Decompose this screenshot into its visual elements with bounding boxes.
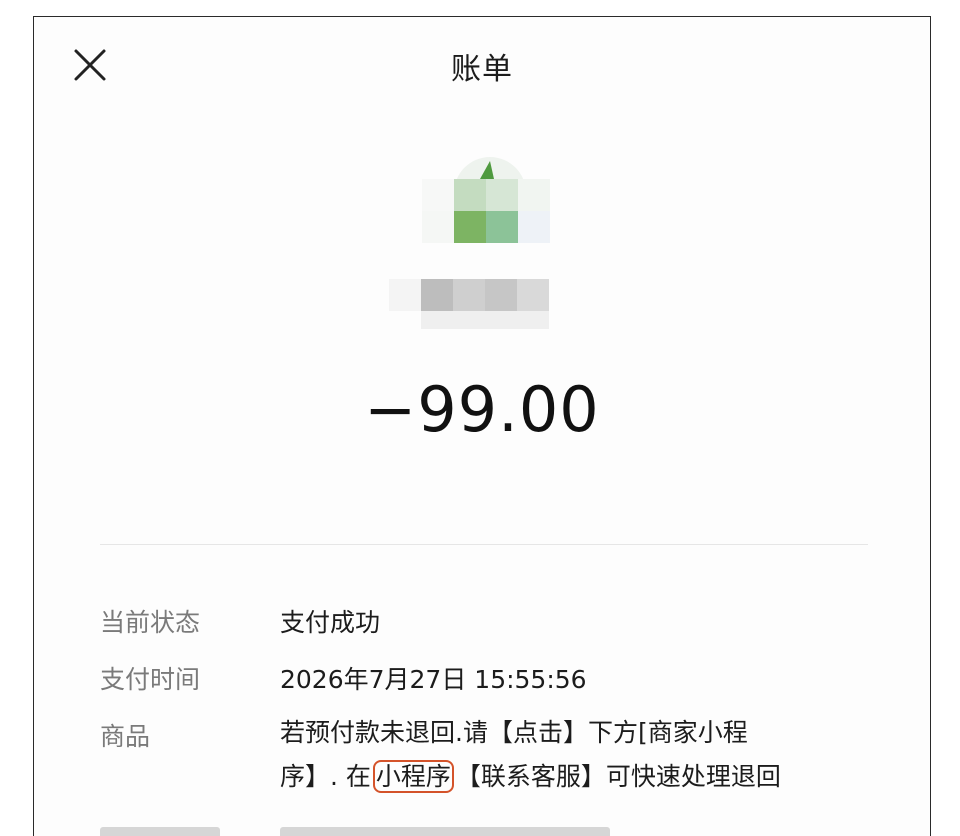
cutoff-next-row: [100, 817, 860, 836]
merchant-name-obscured: [389, 279, 569, 333]
merchant-avatar[interactable]: [422, 157, 552, 257]
status-value: 支付成功: [280, 608, 381, 637]
pay-time-label: 支付时间: [100, 665, 201, 694]
page-title: 账单: [451, 52, 513, 87]
goods-description: 若预付款未退回.请【点击】下方[商家小程 序】. 在小程序 【联系客服】可快速处理…: [280, 711, 860, 799]
payment-amount: −99.00: [364, 373, 600, 446]
goods-line-2: 序】. 在小程序 【联系客服】可快速处理退回: [280, 760, 781, 793]
pay-time-value: 2026年7月27日 15:55:56: [280, 665, 587, 694]
goods-label: 商品: [100, 722, 151, 751]
mini-program-highlight: 小程序: [372, 760, 454, 793]
goods-line-1: 若预付款未退回.请【点击】下方[商家小程: [280, 718, 748, 747]
divider: [100, 544, 868, 545]
bill-detail-panel: 账单 −99.00 当前状态 支付成功 支付时间 2026年7月27日 15:5…: [33, 16, 931, 836]
status-label: 当前状态: [100, 608, 201, 637]
